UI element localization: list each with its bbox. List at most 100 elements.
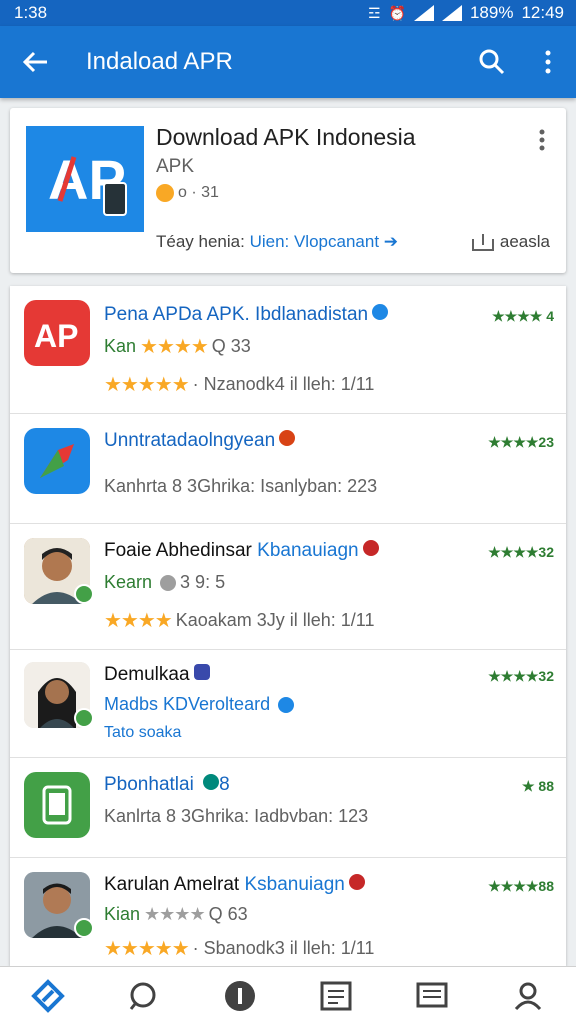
item-label: Kan xyxy=(104,336,137,356)
featured-card[interactable]: AP Download APK Indonesia APK o · 31 Téa… xyxy=(10,108,566,273)
rating-badge: ★★★★32 xyxy=(488,668,554,684)
featured-title: Download APK Indonesia xyxy=(156,124,416,150)
item-detail: · Sbanodk3 il lleh: 1/11 xyxy=(192,938,375,958)
nav-chat[interactable] xyxy=(114,967,174,1024)
item-count: Q 33 xyxy=(211,336,251,356)
list-item[interactable]: Demulkaa Madbs KDVerolteard Tato soaka ★… xyxy=(10,650,566,758)
verified-icon xyxy=(372,304,389,320)
list-item[interactable]: Karulan Amelrat Ksbanuiagn Kian ★★★★ Q 6… xyxy=(10,858,566,966)
star-rating-icon: ★★★★ xyxy=(140,336,209,358)
item-title: Pena APDa APK. Ibdlanadistan xyxy=(104,304,389,326)
star-rating-icon: ★★★★★ xyxy=(104,374,190,396)
badge-icon xyxy=(279,430,296,446)
list-item[interactable]: Foaie Abhedinsar Kbanauiagn Kearn 3 9: 5… xyxy=(10,524,566,650)
list-item[interactable]: Unntratadaolngyean Kanhrta 8 3Ghrika: Is… xyxy=(10,414,566,524)
item-title-text: Karulan Amelrat xyxy=(104,874,245,895)
signal-icon xyxy=(413,5,434,21)
back-button[interactable] xyxy=(0,26,70,98)
nav-info[interactable] xyxy=(210,967,270,1024)
item-title: Pbonhatlai 8 xyxy=(104,774,230,796)
more-vert-icon xyxy=(545,50,551,74)
featured-meta: o · 31 xyxy=(156,184,219,202)
item-label: Madbs KDVerolteard xyxy=(104,694,271,714)
item-title: Unntratadaolngyean xyxy=(104,430,296,452)
more-vert-icon xyxy=(539,129,545,151)
item-label: Kearn xyxy=(104,572,153,592)
share-button[interactable]: aeasla xyxy=(471,232,550,252)
item-count: Q 63 xyxy=(208,904,248,924)
featured-subtitle: APK xyxy=(156,156,195,177)
tagline-prefix: Téay henia: xyxy=(156,232,250,251)
rating-badge: ★★★★32 xyxy=(488,544,554,560)
item-detail-line: Kanlrta 8 3Ghrika: Iadbvban: 123 xyxy=(104,806,368,827)
check-badge-icon xyxy=(74,584,94,604)
item-subtitle-line: Madbs KDVerolteard xyxy=(104,694,295,715)
diamond-icon xyxy=(31,978,65,1013)
person-icon xyxy=(514,982,542,1010)
arrow-left-icon xyxy=(22,51,47,73)
news-icon xyxy=(416,982,448,1007)
star-rating-icon: ★★★★★ xyxy=(104,938,190,960)
battery-percent: 189% xyxy=(469,3,514,22)
item-title-text: Foaie Abhedinsar xyxy=(104,540,258,561)
item-detail: Kanhrta 8 3Ghrika: Isanlyban: 223 xyxy=(104,476,378,496)
info-icon xyxy=(225,980,255,1011)
nav-news[interactable] xyxy=(402,967,462,1024)
apk-logo-icon: AP xyxy=(26,126,144,232)
item-badge: 8 xyxy=(219,774,230,795)
item-title-highlight: Kbanauiagn xyxy=(257,540,359,561)
list-item[interactable]: Pbonhatlai 8 Kanlrta 8 3Ghrika: Iadbvban… xyxy=(10,758,566,858)
rating-badge: ★ 88 xyxy=(521,778,554,794)
badge-icon xyxy=(362,540,379,556)
search-button[interactable] xyxy=(464,26,520,98)
overflow-menu-button[interactable] xyxy=(520,26,576,98)
badge-icon xyxy=(348,874,365,890)
tagline-link[interactable]: Uien: Vlopcanant xyxy=(250,232,379,251)
nav-home[interactable] xyxy=(18,967,78,1024)
app-bar: Indaload APR xyxy=(0,26,576,98)
item-detail: Kanlrta 8 3Ghrika: Iadbvban: 123 xyxy=(104,806,369,826)
item-title-text: Demulkaa xyxy=(104,664,190,685)
vibrate-icon: ☲ xyxy=(367,4,381,21)
status-clock: 12:49 xyxy=(521,3,564,22)
badge-icon xyxy=(193,664,210,680)
item-detail: Kaoakam 3Jy il lleh: 1/11 xyxy=(175,610,375,630)
item-detail-line: Kanhrta 8 3Ghrika: Isanlyban: 223 xyxy=(104,476,377,497)
nav-profile[interactable] xyxy=(498,967,558,1024)
item-rating-line: Kian ★★★★ Q 63 xyxy=(104,904,248,925)
item-title-highlight: Ksbanuiagn xyxy=(244,874,345,895)
item-label: Kian xyxy=(104,904,141,924)
share-label: aeasla xyxy=(499,232,550,251)
item-detail-line: ★★★★★ · Sbanodk3 il lleh: 1/11 xyxy=(104,936,374,961)
item-detail-line: ★★★★★ · Nzanodk4 il lleh: 1/11 xyxy=(104,372,374,397)
svg-text:AP: AP xyxy=(34,318,78,354)
bottom-nav xyxy=(0,966,576,1024)
phone-app-icon xyxy=(24,772,90,838)
apk-red-icon: AP xyxy=(24,300,90,366)
app-list: AP Pena APDa APK. Ibdlanadistan Kan ★★★★… xyxy=(10,286,566,966)
item-detail-line: Tato soaka xyxy=(104,724,181,742)
item-title: Karulan Amelrat Ksbanuiagn xyxy=(104,874,365,896)
verified-icon xyxy=(203,774,220,790)
item-rating-line: Kan ★★★★ Q 33 xyxy=(104,334,251,359)
clock-icon xyxy=(160,574,177,591)
star-rating-icon: ★★★★ xyxy=(104,610,173,632)
status-icons: ☲ ⏰ 189% 12:49 xyxy=(368,3,564,23)
item-rating-line: Kearn 3 9: 5 xyxy=(104,572,225,593)
item-title: Demulkaa xyxy=(104,664,210,686)
library-icon xyxy=(320,981,352,1010)
list-item[interactable]: AP Pena APDa APK. Ibdlanadistan Kan ★★★★… xyxy=(10,286,566,414)
signal-icon-2 xyxy=(441,5,462,21)
featured-tagline: Téay henia: Uien: Vlopcanant ➔ xyxy=(156,232,398,252)
item-detail: · Nzanodk4 il lleh: 1/11 xyxy=(192,374,375,394)
featured-meta-text: o · 31 xyxy=(178,184,219,201)
arrow-app-icon xyxy=(24,428,90,494)
alarm-icon: ⏰ xyxy=(388,4,406,21)
item-detail: Tato soaka xyxy=(104,724,182,741)
rating-badge: ★★★★23 xyxy=(488,434,554,450)
verified-icon xyxy=(278,696,295,713)
nav-library[interactable] xyxy=(306,967,366,1024)
search-icon xyxy=(479,49,505,75)
app-title: Indaload APR xyxy=(86,48,233,75)
featured-more-button[interactable] xyxy=(532,126,552,154)
